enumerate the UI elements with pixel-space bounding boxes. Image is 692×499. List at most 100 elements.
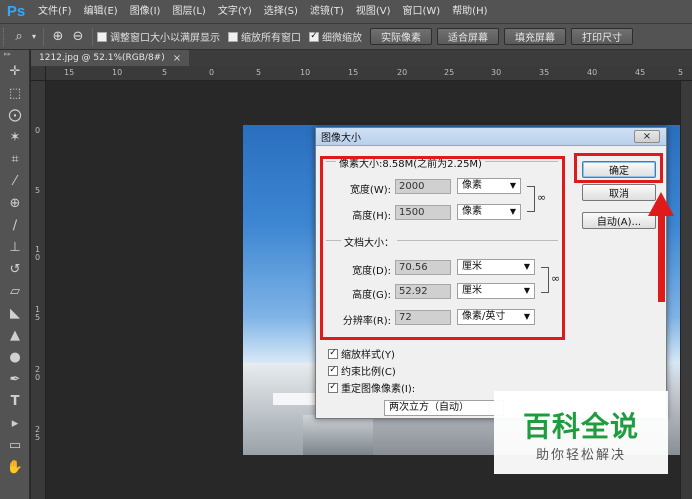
hand-tool-icon[interactable]: ✋ — [0, 456, 30, 478]
constrain-proportions-checkbox[interactable]: ✓ 约束比例(C) — [328, 363, 396, 378]
resample-checkbox[interactable]: ✓ 重定图像像素(I): — [328, 380, 415, 395]
resample-method-select[interactable]: 两次立方（自动） — [384, 400, 504, 416]
ruler-label: 35 — [539, 68, 550, 77]
history-brush-icon[interactable]: ↺ — [0, 258, 30, 280]
vertical-ruler[interactable]: 0 5 1 0 1 5 2 0 2 5 — [31, 81, 46, 499]
pen-tool-icon[interactable]: ✒ — [0, 368, 30, 390]
watermark-title: 百科全说 — [522, 410, 639, 443]
menu-layer[interactable]: 图层(L) — [166, 0, 211, 24]
ruler-label: 5 — [162, 68, 168, 77]
eraser-tool-icon[interactable]: ▱ — [0, 280, 30, 302]
menu-filter[interactable]: 滤镜(T) — [304, 0, 350, 24]
zoom-all-checkbox[interactable]: 缩放所有窗口 — [228, 29, 301, 44]
lasso-tool-icon[interactable]: ⨀ — [0, 104, 30, 126]
resize-windows-label: 调整窗口大小以满屏显示 — [110, 33, 220, 44]
ruler-origin[interactable] — [31, 66, 46, 81]
ruler-label: 2 0 — [35, 365, 41, 382]
checkbox-box[interactable] — [97, 31, 107, 42]
checkbox-box[interactable] — [228, 31, 238, 42]
paint-bucket-icon[interactable]: ◣ — [0, 302, 30, 324]
close-icon[interactable]: × — [173, 53, 181, 64]
ruler-label: 0 — [35, 126, 41, 135]
annotation-arrow-head — [648, 192, 674, 216]
menu-select[interactable]: 选择(S) — [258, 0, 304, 24]
watermark: 百科全说 助你轻松解决 — [494, 391, 668, 474]
fit-screen-button[interactable]: 适合屏幕 — [437, 28, 499, 45]
ruler-label: 5 — [256, 68, 262, 77]
document-tab[interactable]: 1212.jpg @ 52.1%(RGB/8#) × — [31, 50, 189, 66]
checkbox-checked[interactable]: ✓ — [328, 382, 338, 393]
menu-file[interactable]: 文件(F) — [32, 0, 78, 24]
zoom-all-label: 缩放所有窗口 — [241, 33, 301, 44]
menu-type[interactable]: 文字(Y) — [212, 0, 258, 24]
move-tool-icon[interactable]: ✛ — [0, 60, 30, 82]
ruler-label: 10 — [112, 68, 123, 77]
ruler-label: 45 — [635, 68, 646, 77]
path-select-icon[interactable]: ▸ — [0, 412, 30, 434]
menu-bar: Ps 文件(F) 编辑(E) 图像(I) 图层(L) 文字(Y) 选择(S) 滤… — [0, 0, 692, 24]
ruler-label: 10 — [300, 68, 311, 77]
blur-tool-icon[interactable]: ▲ — [0, 324, 30, 346]
zoom-out-icon[interactable]: ⊖ — [68, 27, 88, 47]
ruler-label: 15 — [348, 68, 359, 77]
divider — [43, 27, 44, 46]
dialog-title-bar[interactable]: 图像大小 × — [316, 128, 666, 146]
auto-button[interactable]: 自动(A)... — [582, 212, 656, 229]
watermark-subtitle: 助你轻松解决 — [535, 448, 626, 463]
ruler-label: 5 — [678, 68, 684, 77]
crop-tool-icon[interactable]: ⌗ — [0, 148, 30, 170]
annotation-highlight-ok — [574, 153, 663, 183]
scrubby-zoom-checkbox[interactable]: ✓ 细微缩放 — [309, 29, 362, 44]
menu-edit[interactable]: 编辑(E) — [78, 0, 124, 24]
scrubby-zoom-label: 细微缩放 — [322, 33, 362, 44]
stamp-tool-icon[interactable]: ⊥ — [0, 236, 30, 258]
close-icon[interactable]: × — [634, 130, 660, 143]
eyedropper-icon[interactable]: ⁄ — [0, 170, 30, 192]
marquee-tool-icon[interactable]: ⬚ — [0, 82, 30, 104]
annotation-arrow — [658, 212, 665, 302]
document-tab-label: 1212.jpg @ 52.1%(RGB/8#) — [39, 53, 165, 63]
divider — [92, 27, 93, 46]
resize-windows-checkbox[interactable]: 调整窗口大小以满屏显示 — [97, 29, 220, 44]
magic-wand-icon[interactable]: ✶ — [0, 126, 30, 148]
resample-method: 两次立方（自动） — [389, 402, 469, 413]
checkbox-checked[interactable]: ✓ — [309, 31, 319, 42]
ruler-label: 5 — [35, 186, 41, 195]
photoshop-logo: Ps — [6, 3, 26, 20]
menu-window[interactable]: 窗口(W) — [396, 0, 446, 24]
ruler-label: 2 5 — [35, 425, 41, 442]
menu-help[interactable]: 帮助(H) — [446, 0, 493, 24]
ruler-label: 15 — [64, 68, 75, 77]
toolbar-collapse-icon[interactable]: ▸▸ — [0, 50, 29, 60]
menu-view[interactable]: 视图(V) — [350, 0, 397, 24]
zoom-tool-icon[interactable]: ⌕ — [9, 27, 29, 47]
healing-brush-icon[interactable]: ⊕ — [0, 192, 30, 214]
menu-image[interactable]: 图像(I) — [124, 0, 167, 24]
ruler-label: 25 — [444, 68, 455, 77]
ruler-label: 30 — [491, 68, 502, 77]
dodge-tool-icon[interactable]: ● — [0, 346, 30, 368]
rectangle-tool-icon[interactable]: ▭ — [0, 434, 30, 456]
type-tool-icon[interactable]: T — [0, 390, 30, 412]
document-tab-bar: 1212.jpg @ 52.1%(RGB/8#) × — [31, 50, 692, 66]
dialog-body: 像素大小:8.58M(之前为2.25M) 宽度(W): 2000 像素 ▼ 高度… — [316, 146, 666, 418]
ruler-label: 20 — [397, 68, 408, 77]
ruler-label: 0 — [209, 68, 215, 77]
checkbox-checked[interactable]: ✓ — [328, 365, 338, 376]
fill-screen-button[interactable]: 填充屏幕 — [504, 28, 566, 45]
zoom-in-icon[interactable]: ⊕ — [48, 27, 68, 47]
image-content — [303, 415, 373, 455]
panel-scrollbar[interactable] — [680, 81, 692, 499]
options-bar: ⌕ ▾ ⊕ ⊖ 调整窗口大小以满屏显示 缩放所有窗口 ✓ 细微缩放 实际像素 适… — [0, 24, 692, 50]
ruler-label: 1 5 — [35, 305, 41, 322]
chevron-down-icon[interactable]: ▾ — [29, 27, 39, 47]
brush-tool-icon[interactable]: ∕ — [0, 214, 30, 236]
checkbox-checked[interactable]: ✓ — [328, 348, 338, 359]
scale-styles-checkbox[interactable]: ✓ 缩放样式(Y) — [328, 346, 395, 361]
horizontal-ruler[interactable]: 15 10 5 0 5 10 15 20 25 30 35 40 45 5 — [46, 66, 692, 81]
print-size-button[interactable]: 打印尺寸 — [571, 28, 633, 45]
image-size-dialog: 图像大小 × 像素大小:8.58M(之前为2.25M) 宽度(W): 2000 … — [315, 127, 667, 419]
cancel-button[interactable]: 取消 — [582, 184, 656, 201]
dialog-title: 图像大小 — [321, 133, 361, 144]
actual-pixels-button[interactable]: 实际像素 — [370, 28, 432, 45]
